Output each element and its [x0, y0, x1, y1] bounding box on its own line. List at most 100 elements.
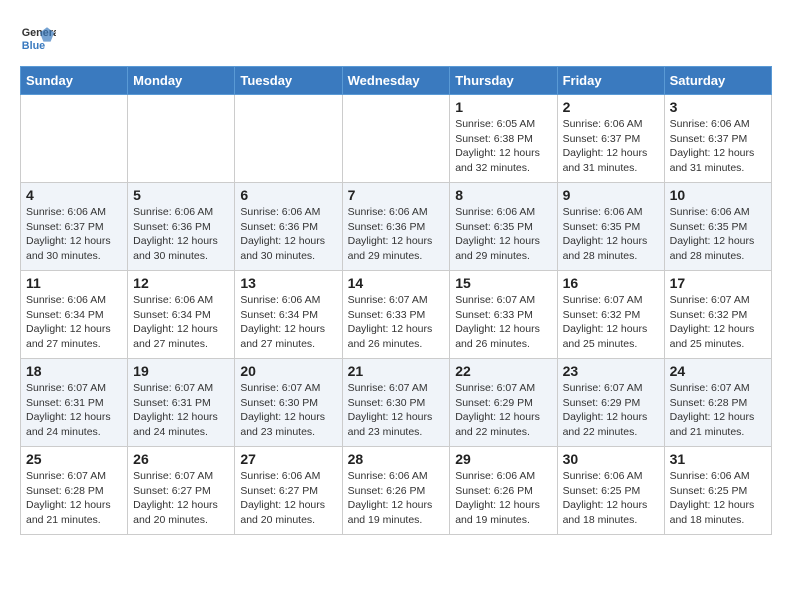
day-number: 5: [133, 187, 229, 203]
day-info: Sunrise: 6:07 AM Sunset: 6:27 PM Dayligh…: [133, 469, 229, 528]
day-info: Sunrise: 6:06 AM Sunset: 6:36 PM Dayligh…: [240, 205, 336, 264]
day-number: 11: [26, 275, 122, 291]
calendar-cell: 29Sunrise: 6:06 AM Sunset: 6:26 PM Dayli…: [450, 447, 557, 535]
calendar-cell: 14 Sunrise: 6:07 AM Sunset: 6:33 PM Dayli…: [342, 271, 450, 359]
day-info: Sunrise: 6:07 AM Sunset: 6:29 PM Dayligh…: [455, 381, 551, 440]
calendar-cell: 19 Sunrise: 6:07 AM Sunset: 6:31 PM Dayli…: [128, 359, 235, 447]
calendar-cell: 8 Sunrise: 6:06 AM Sunset: 6:35 PM Daylig…: [450, 183, 557, 271]
day-info: Sunrise: 6:07 AM Sunset: 6:30 PM Dayligh…: [240, 381, 336, 440]
day-number: 21: [348, 363, 445, 379]
day-number: 17: [670, 275, 766, 291]
day-info: Sunrise: 6:06 AM Sunset: 6:34 PM Dayligh…: [26, 293, 122, 352]
calendar-cell: [235, 95, 342, 183]
calendar-cell: 6 Sunrise: 6:06 AM Sunset: 6:36 PM Daylig…: [235, 183, 342, 271]
logo: General Blue: [20, 20, 56, 56]
day-number: 25: [26, 451, 122, 467]
calendar-cell: 26 Sunrise: 6:07 AM Sunset: 6:27 PM Dayli…: [128, 447, 235, 535]
day-number: 6: [240, 187, 336, 203]
weekday-header: Saturday: [664, 67, 771, 95]
day-info: Sunrise: 6:06 AM Sunset: 6:25 PM Dayligh…: [670, 469, 766, 528]
calendar-cell: [342, 95, 450, 183]
day-info: Sunrise: 6:06 AM Sunset: 6:37 PM Dayligh…: [26, 205, 122, 264]
day-info: Sunrise: 6:06 AM Sunset: 6:26 PM Dayligh…: [348, 469, 445, 528]
day-number: 14: [348, 275, 445, 291]
calendar-cell: [21, 95, 128, 183]
svg-text:Blue: Blue: [22, 40, 45, 52]
day-info: Sunrise: 6:07 AM Sunset: 6:33 PM Dayligh…: [455, 293, 551, 352]
calendar-cell: 18Sunrise: 6:07 AM Sunset: 6:31 PM Dayli…: [21, 359, 128, 447]
calendar-header: SundayMondayTuesdayWednesdayThursdayFrid…: [21, 67, 772, 95]
day-info: Sunrise: 6:06 AM Sunset: 6:35 PM Dayligh…: [455, 205, 551, 264]
day-info: Sunrise: 6:07 AM Sunset: 6:33 PM Dayligh…: [348, 293, 445, 352]
day-number: 13: [240, 275, 336, 291]
day-info: Sunrise: 6:06 AM Sunset: 6:34 PM Dayligh…: [240, 293, 336, 352]
day-number: 15: [455, 275, 551, 291]
day-number: 10: [670, 187, 766, 203]
calendar-week-row: 4 Sunrise: 6:06 AM Sunset: 6:37 PM Daylig…: [21, 183, 772, 271]
calendar-cell: 23 Sunrise: 6:07 AM Sunset: 6:29 PM Dayli…: [557, 359, 664, 447]
day-number: 19: [133, 363, 229, 379]
day-number: 27: [240, 451, 336, 467]
day-number: 28: [348, 451, 445, 467]
calendar-week-row: 1 Sunrise: 6:05 AM Sunset: 6:38 PM Daylig…: [21, 95, 772, 183]
weekday-header: Thursday: [450, 67, 557, 95]
day-info: Sunrise: 6:06 AM Sunset: 6:35 PM Dayligh…: [670, 205, 766, 264]
day-info: Sunrise: 6:07 AM Sunset: 6:29 PM Dayligh…: [563, 381, 659, 440]
day-number: 16: [563, 275, 659, 291]
calendar-cell: 4 Sunrise: 6:06 AM Sunset: 6:37 PM Daylig…: [21, 183, 128, 271]
day-info: Sunrise: 6:07 AM Sunset: 6:31 PM Dayligh…: [133, 381, 229, 440]
day-number: 22: [455, 363, 551, 379]
calendar-cell: 3Sunrise: 6:06 AM Sunset: 6:37 PM Daylig…: [664, 95, 771, 183]
calendar-cell: 16 Sunrise: 6:07 AM Sunset: 6:32 PM Dayli…: [557, 271, 664, 359]
day-info: Sunrise: 6:06 AM Sunset: 6:37 PM Dayligh…: [563, 117, 659, 176]
day-info: Sunrise: 6:05 AM Sunset: 6:38 PM Dayligh…: [455, 117, 551, 176]
day-number: 30: [563, 451, 659, 467]
calendar-cell: 24 Sunrise: 6:07 AM Sunset: 6:28 PM Dayli…: [664, 359, 771, 447]
day-number: 1: [455, 99, 551, 115]
calendar-cell: 12 Sunrise: 6:06 AM Sunset: 6:34 PM Dayli…: [128, 271, 235, 359]
day-number: 2: [563, 99, 659, 115]
day-number: 9: [563, 187, 659, 203]
calendar-cell: 9Sunrise: 6:06 AM Sunset: 6:35 PM Daylig…: [557, 183, 664, 271]
calendar-cell: 22 Sunrise: 6:07 AM Sunset: 6:29 PM Dayli…: [450, 359, 557, 447]
day-number: 7: [348, 187, 445, 203]
calendar-cell: 21Sunrise: 6:07 AM Sunset: 6:30 PM Dayli…: [342, 359, 450, 447]
calendar-cell: 30Sunrise: 6:06 AM Sunset: 6:25 PM Dayli…: [557, 447, 664, 535]
day-number: 12: [133, 275, 229, 291]
calendar-cell: 15 Sunrise: 6:07 AM Sunset: 6:33 PM Dayli…: [450, 271, 557, 359]
calendar-cell: 27 Sunrise: 6:06 AM Sunset: 6:27 PM Dayli…: [235, 447, 342, 535]
day-number: 8: [455, 187, 551, 203]
calendar-week-row: 11 Sunrise: 6:06 AM Sunset: 6:34 PM Dayli…: [21, 271, 772, 359]
weekday-header: Sunday: [21, 67, 128, 95]
page-header: General Blue: [20, 20, 772, 56]
day-number: 26: [133, 451, 229, 467]
day-info: Sunrise: 6:06 AM Sunset: 6:36 PM Dayligh…: [133, 205, 229, 264]
day-info: Sunrise: 6:07 AM Sunset: 6:32 PM Dayligh…: [670, 293, 766, 352]
day-number: 18: [26, 363, 122, 379]
day-info: Sunrise: 6:06 AM Sunset: 6:34 PM Dayligh…: [133, 293, 229, 352]
day-info: Sunrise: 6:07 AM Sunset: 6:28 PM Dayligh…: [26, 469, 122, 528]
header-row: SundayMondayTuesdayWednesdayThursdayFrid…: [21, 67, 772, 95]
weekday-header: Monday: [128, 67, 235, 95]
day-number: 29: [455, 451, 551, 467]
weekday-header: Friday: [557, 67, 664, 95]
calendar-cell: 7 Sunrise: 6:06 AM Sunset: 6:36 PM Daylig…: [342, 183, 450, 271]
day-info: Sunrise: 6:07 AM Sunset: 6:32 PM Dayligh…: [563, 293, 659, 352]
day-info: Sunrise: 6:06 AM Sunset: 6:27 PM Dayligh…: [240, 469, 336, 528]
calendar-cell: 13 Sunrise: 6:06 AM Sunset: 6:34 PM Dayli…: [235, 271, 342, 359]
day-number: 31: [670, 451, 766, 467]
calendar-cell: 2 Sunrise: 6:06 AM Sunset: 6:37 PM Daylig…: [557, 95, 664, 183]
day-number: 3: [670, 99, 766, 115]
day-number: 24: [670, 363, 766, 379]
calendar-cell: 17 Sunrise: 6:07 AM Sunset: 6:32 PM Dayli…: [664, 271, 771, 359]
calendar-cell: 31 Sunrise: 6:06 AM Sunset: 6:25 PM Dayli…: [664, 447, 771, 535]
day-number: 4: [26, 187, 122, 203]
calendar-table: SundayMondayTuesdayWednesdayThursdayFrid…: [20, 66, 772, 535]
calendar-cell: 10 Sunrise: 6:06 AM Sunset: 6:35 PM Dayli…: [664, 183, 771, 271]
day-number: 23: [563, 363, 659, 379]
calendar-cell: [128, 95, 235, 183]
logo-icon: General Blue: [20, 20, 56, 56]
day-info: Sunrise: 6:07 AM Sunset: 6:28 PM Dayligh…: [670, 381, 766, 440]
calendar-cell: 25 Sunrise: 6:07 AM Sunset: 6:28 PM Dayli…: [21, 447, 128, 535]
day-info: Sunrise: 6:06 AM Sunset: 6:36 PM Dayligh…: [348, 205, 445, 264]
